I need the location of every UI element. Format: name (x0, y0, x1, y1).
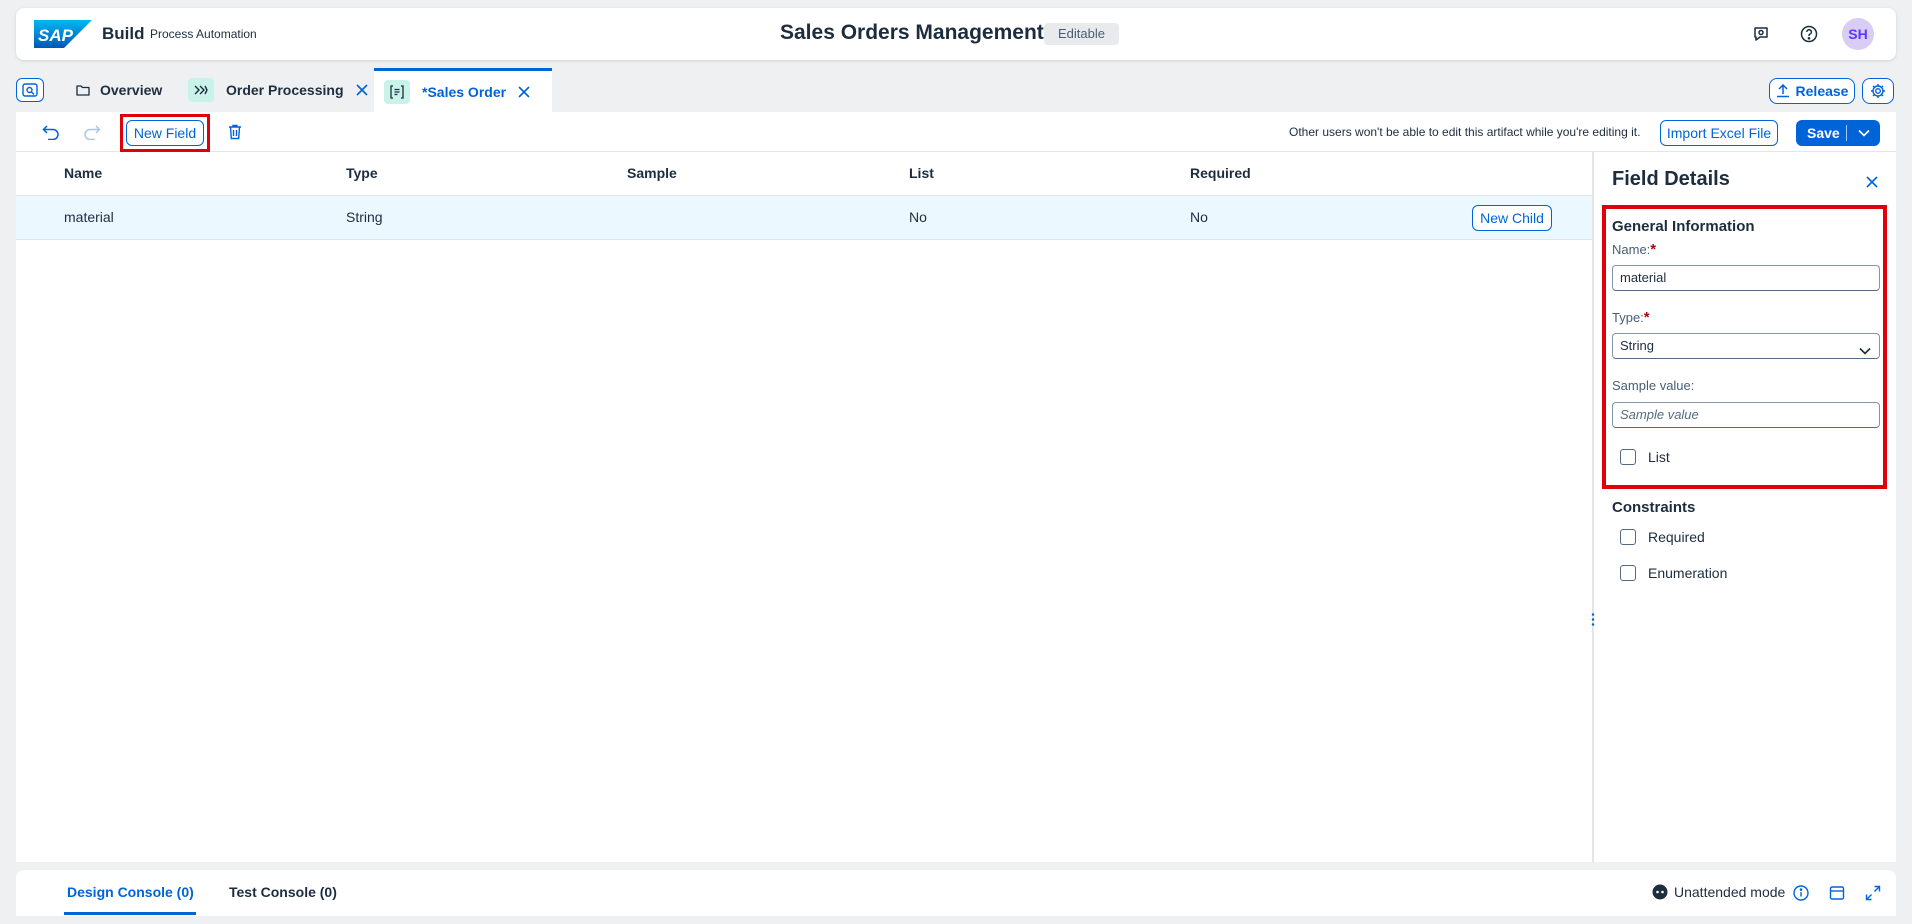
name-field[interactable]: material (1612, 265, 1880, 291)
required-star: * (1643, 309, 1650, 326)
console-bar: Design Console (0) Test Console (0) Unat… (16, 870, 1896, 916)
required-checkbox-row[interactable]: Required (1620, 529, 1705, 545)
avatar[interactable]: SH (1842, 18, 1874, 50)
chevron-down-icon[interactable] (1847, 129, 1880, 137)
brand-name: Build (102, 24, 145, 43)
unattended-mode-indicator: Unattended mode (1652, 884, 1785, 900)
main-editor: New Field Other users won't be able to e… (16, 112, 1896, 862)
required-checkbox-label: Required (1648, 529, 1705, 545)
lock-message: Other users won't be able to edit this a… (1289, 125, 1641, 139)
enumeration-checkbox[interactable] (1620, 565, 1636, 581)
import-excel-button[interactable]: Import Excel File (1660, 120, 1778, 146)
new-field-button[interactable]: New Field (126, 120, 204, 146)
required-checkbox[interactable] (1620, 529, 1636, 545)
delete-icon[interactable] (225, 122, 245, 142)
required-star: * (1650, 241, 1657, 258)
shell-bar: SAP Build Process Automation Sales Order… (16, 8, 1896, 60)
name-label: Name:* (1612, 241, 1656, 258)
new-child-button[interactable]: New Child (1472, 205, 1552, 231)
sample-value-label: Sample value: (1612, 378, 1695, 393)
release-button[interactable]: Release (1769, 78, 1855, 104)
info-icon[interactable] (1792, 884, 1810, 902)
editor-toolbar: New Field Other users won't be able to e… (16, 112, 1896, 152)
sample-value-input[interactable]: Sample value (1612, 402, 1880, 428)
redo-icon[interactable] (82, 122, 102, 142)
column-header-sample[interactable]: Sample (627, 165, 677, 181)
column-header-required[interactable]: Required (1190, 165, 1251, 181)
close-icon[interactable] (518, 85, 530, 98)
close-icon[interactable] (355, 84, 368, 96)
tab-label: *Sales Order (422, 83, 507, 100)
chevron-down-icon (1859, 339, 1871, 363)
save-label: Save (1807, 125, 1840, 141)
tab-design-console[interactable]: Design Console (0) (67, 884, 194, 900)
type-label-text: Type: (1612, 310, 1644, 325)
undo-icon[interactable] (41, 122, 61, 142)
enumeration-checkbox-row[interactable]: Enumeration (1620, 565, 1727, 581)
cell-required: No (1190, 209, 1208, 225)
details-title: Field Details (1612, 168, 1730, 190)
folder-icon (76, 84, 90, 96)
type-select[interactable]: String (1612, 333, 1880, 359)
panel-icon[interactable] (1828, 884, 1846, 902)
joule-assistant-icon[interactable] (1749, 22, 1773, 46)
tab-test-console[interactable]: Test Console (0) (229, 884, 337, 900)
constraints-title: Constraints (1612, 499, 1696, 516)
general-info-title: General Information (1612, 218, 1755, 235)
column-header-name[interactable]: Name (64, 165, 102, 181)
data-type-icon (384, 79, 410, 104)
field-details-panel: Field Details General Information Name:*… (1594, 152, 1896, 862)
type-label: Type:* (1612, 309, 1650, 326)
cell-name: material (64, 209, 114, 225)
close-icon[interactable] (1864, 174, 1880, 190)
brand-subtitle: Process Automation (150, 27, 257, 41)
active-tab-indicator (64, 912, 196, 915)
release-label: Release (1795, 83, 1849, 99)
tab-order-processing[interactable]: Order Processing (180, 68, 376, 112)
page-title: Sales Orders Management (780, 21, 1044, 44)
type-select-value: String (1620, 338, 1654, 353)
help-icon[interactable] (1797, 22, 1821, 46)
tab-label: Overview (100, 82, 163, 98)
settings-button[interactable] (1862, 78, 1894, 104)
enumeration-checkbox-label: Enumeration (1648, 565, 1728, 581)
upload-icon (1776, 84, 1790, 98)
tab-label: Order Processing (226, 82, 344, 98)
gear-icon (1871, 84, 1885, 98)
search-panel-icon (22, 83, 38, 97)
robot-icon (1652, 884, 1668, 900)
sap-logo[interactable]: SAP (34, 20, 92, 48)
name-label-text: Name: (1612, 242, 1651, 257)
table-header: Name Type Sample List Required (16, 152, 1592, 196)
cell-type: String (346, 209, 383, 225)
column-header-type[interactable]: Type (346, 165, 378, 181)
list-checkbox[interactable] (1620, 449, 1636, 465)
save-button[interactable]: Save (1796, 120, 1880, 146)
tab-sales-order[interactable]: *Sales Order (374, 68, 552, 112)
status-badge: Editable (1044, 23, 1119, 45)
tab-strip: Overview Order Processing *Sales Order R… (16, 68, 1896, 112)
overview-toggle-button[interactable] (16, 78, 44, 102)
expand-icon[interactable] (1864, 884, 1882, 902)
list-checkbox-row[interactable]: List (1620, 449, 1670, 465)
column-header-list[interactable]: List (909, 165, 934, 181)
fields-table: Name Type Sample List Required material … (16, 152, 1592, 862)
cell-list: No (909, 209, 927, 225)
sap-logo-text: SAP (38, 26, 74, 45)
process-icon (188, 78, 214, 102)
tab-overview[interactable]: Overview (68, 68, 170, 112)
table-row[interactable]: material String No No New Child (16, 196, 1592, 240)
unattended-mode-label: Unattended mode (1674, 884, 1786, 900)
list-checkbox-label: List (1648, 449, 1670, 465)
